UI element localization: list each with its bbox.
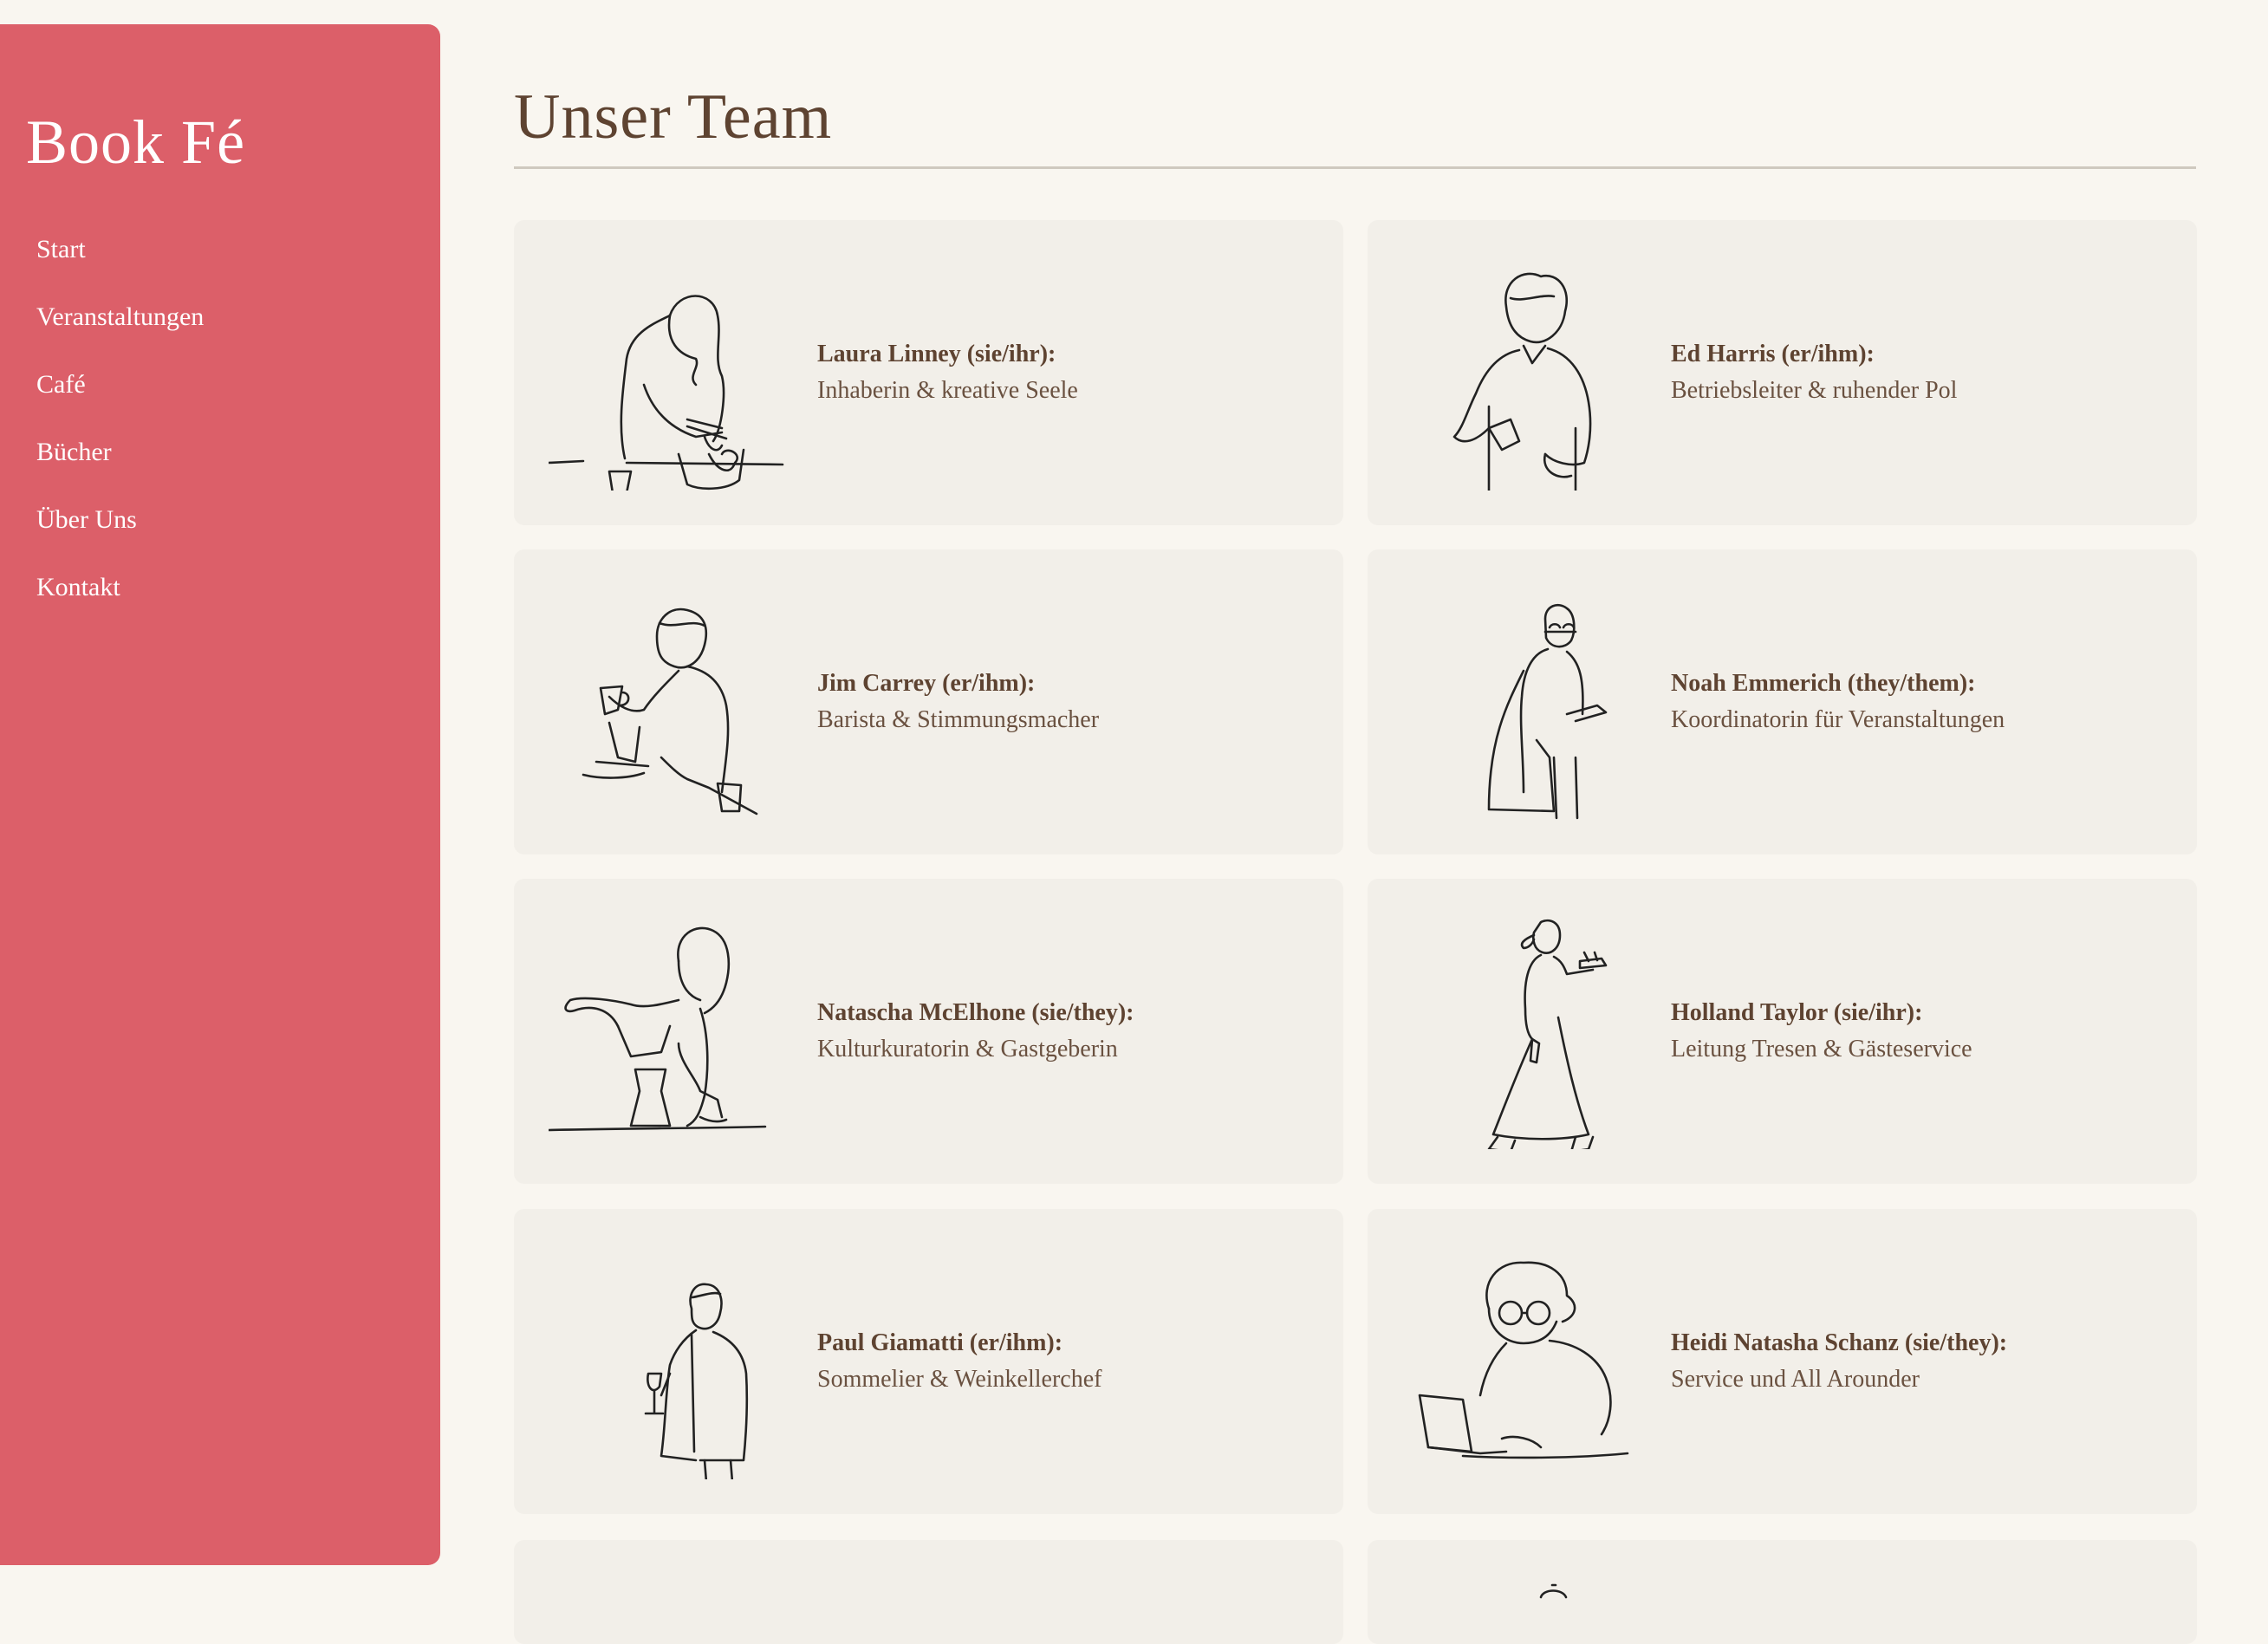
sidebar: Book Fé Start Veranstaltungen Café Büche… xyxy=(0,24,440,1565)
team-card: Holland Taylor (sie/ihr): Leitung Tresen… xyxy=(1368,879,2197,1184)
member-role: Leitung Tresen & Gästeservice xyxy=(1671,1036,1972,1062)
team-card xyxy=(1368,1540,2197,1644)
barista-pouring-coffee-icon xyxy=(549,584,809,820)
page-title: Unser Team xyxy=(514,81,833,153)
member-name: Jim Carrey (er/ihm): xyxy=(817,670,1036,697)
person-with-bag-and-cup-icon xyxy=(1402,584,1662,820)
woman-with-laptop-icon xyxy=(1402,1244,1662,1479)
team-card: Paul Giamatti (er/ihm): Sommelier & Wein… xyxy=(514,1209,1343,1514)
nav-item-start[interactable]: Start xyxy=(36,225,204,293)
woman-brewing-pour-over-icon xyxy=(547,913,809,1149)
man-holding-wine-glass-icon xyxy=(549,1244,809,1484)
team-card: Jim Carrey (er/ihm): Barista & Stimmungs… xyxy=(514,549,1343,854)
team-card xyxy=(514,1540,1343,1644)
member-name: Ed Harris (er/ihm): xyxy=(1671,341,1875,367)
nav-item-cafe[interactable]: Café xyxy=(36,361,204,428)
man-holding-cup-icon xyxy=(1402,255,1662,504)
illustration-fragment-icon xyxy=(1539,1583,1568,1599)
member-role: Barista & Stimmungsmacher xyxy=(817,706,1100,733)
member-name: Noah Emmerich (they/them): xyxy=(1671,670,1976,697)
team-card: Laura Linney (sie/ihr): Inhaberin & krea… xyxy=(514,220,1343,525)
brand-logo-text[interactable]: Book Fé xyxy=(26,104,245,180)
team-card: Ed Harris (er/ihm): Betriebsleiter & ruh… xyxy=(1368,220,2197,525)
title-divider xyxy=(514,166,2196,169)
team-card: Noah Emmerich (they/them): Koordinatorin… xyxy=(1368,549,2197,854)
main-nav: Start Veranstaltungen Café Bücher Über U… xyxy=(36,225,204,631)
member-role: Betriebsleiter & ruhender Pol xyxy=(1671,377,1958,404)
nav-item-books[interactable]: Bücher xyxy=(36,428,204,496)
member-name: Laura Linney (sie/ihr): xyxy=(817,341,1056,367)
nav-item-contact[interactable]: Kontakt xyxy=(36,563,204,631)
member-role: Kulturkuratorin & Gastgeberin xyxy=(817,1036,1118,1062)
member-name: Natascha McElhone (sie/they): xyxy=(817,999,1134,1026)
member-name: Holland Taylor (sie/ihr): xyxy=(1671,999,1923,1026)
nav-item-events[interactable]: Veranstaltungen xyxy=(36,293,204,361)
nav-item-about[interactable]: Über Uns xyxy=(36,496,204,563)
team-card: Heidi Natasha Schanz (sie/they): Service… xyxy=(1368,1209,2197,1514)
team-card: Natascha McElhone (sie/they): Kulturkura… xyxy=(514,879,1343,1184)
member-name: Heidi Natasha Schanz (sie/they): xyxy=(1671,1329,2008,1356)
member-role: Service und All Arounder xyxy=(1671,1366,1920,1393)
member-name: Paul Giamatti (er/ihm): xyxy=(817,1329,1063,1356)
member-role: Sommelier & Weinkellerchef xyxy=(817,1366,1102,1393)
woman-writing-at-table-icon xyxy=(547,255,809,495)
member-role: Koordinatorin für Veranstaltungen xyxy=(1671,706,2005,733)
woman-carrying-tray-icon xyxy=(1402,913,1662,1153)
member-role: Inhaberin & kreative Seele xyxy=(817,377,1078,404)
